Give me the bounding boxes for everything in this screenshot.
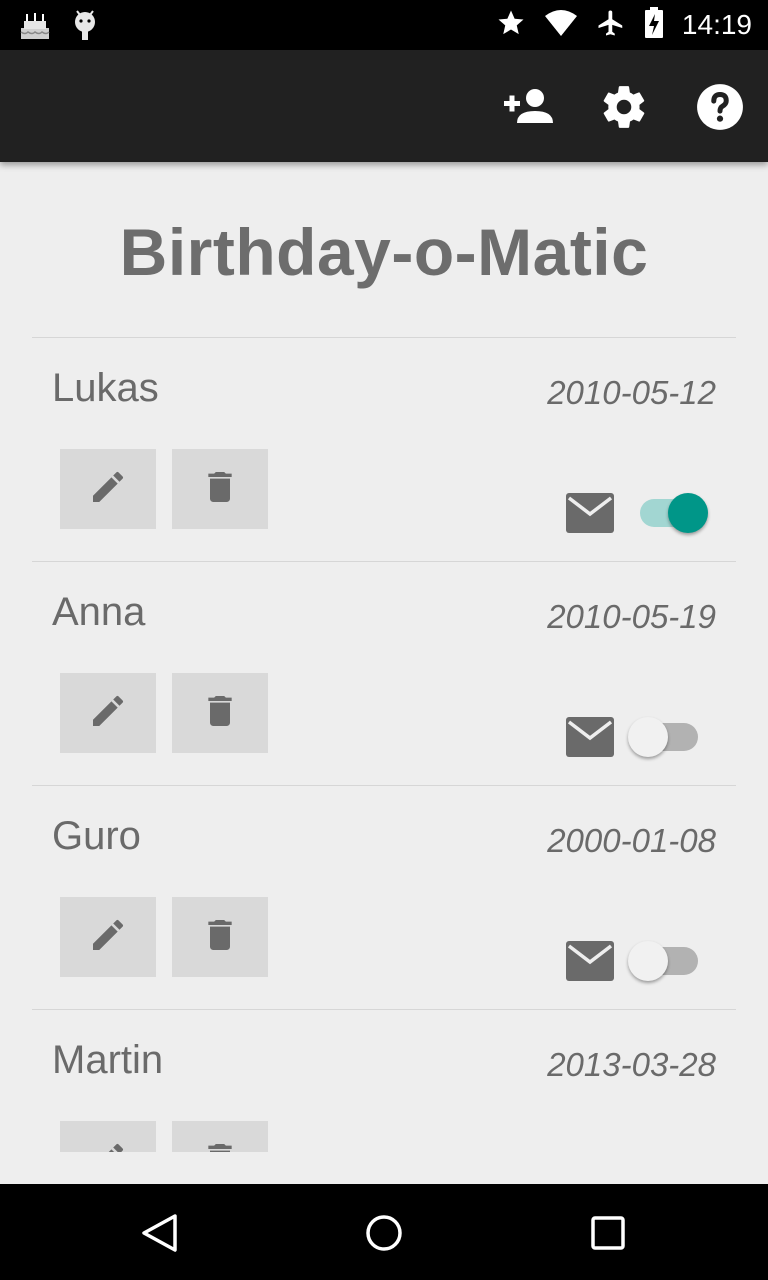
help-icon[interactable] [693, 80, 747, 134]
pencil-icon [88, 467, 128, 511]
delete-button[interactable] [172, 673, 268, 753]
wifi-icon [544, 8, 578, 42]
android-icon [72, 8, 98, 46]
email-notification-toggle[interactable] [628, 936, 710, 986]
list-item[interactable]: Guro 2000-01-08 [32, 785, 736, 1010]
edit-button[interactable] [60, 449, 156, 529]
edit-button[interactable] [60, 673, 156, 753]
email-notification-toggle[interactable] [628, 712, 710, 762]
edit-button[interactable] [60, 1121, 156, 1152]
pencil-icon [88, 691, 128, 735]
email-icon [566, 493, 614, 533]
list-item[interactable]: Anna 2010-05-19 [32, 561, 736, 786]
edit-button[interactable] [60, 897, 156, 977]
birthday-date: 2013-03-28 [547, 1046, 716, 1083]
list-item[interactable]: Lukas 2010-05-12 [32, 337, 736, 562]
status-bar: 14:19 [0, 0, 768, 50]
battery-charging-icon [644, 7, 664, 43]
list-item[interactable]: Martin 2013-03-28 [32, 1009, 736, 1152]
toggle-thumb[interactable] [668, 493, 708, 533]
action-bar [0, 50, 768, 162]
birthday-date: 2010-05-12 [547, 374, 716, 411]
toggle-thumb[interactable] [628, 941, 668, 981]
recents-icon[interactable] [583, 1208, 633, 1258]
person-name: Anna [52, 590, 146, 634]
birthday-cake-icon [18, 8, 52, 46]
email-icon [566, 941, 614, 981]
settings-gear-icon[interactable] [597, 80, 651, 134]
clock: 14:19 [681, 9, 752, 40]
trash-icon [200, 467, 240, 511]
email-notification-toggle[interactable] [628, 488, 710, 538]
back-icon[interactable] [135, 1208, 185, 1258]
delete-button[interactable] [172, 897, 268, 977]
add-person-icon[interactable] [501, 80, 555, 134]
delete-button[interactable] [172, 1121, 268, 1152]
person-name: Guro [52, 814, 141, 858]
trash-icon [200, 1139, 240, 1152]
toggle-thumb[interactable] [628, 717, 668, 757]
trash-icon [200, 915, 240, 959]
navigation-bar [0, 1184, 768, 1280]
pencil-icon [88, 1139, 128, 1152]
birthday-date: 2010-05-19 [547, 598, 716, 635]
home-icon[interactable] [359, 1208, 409, 1258]
app-title: Birthday-o-Matic [119, 215, 649, 289]
email-icon [566, 717, 614, 757]
star-icon [496, 8, 526, 42]
person-name: Lukas [52, 366, 159, 410]
birthday-date: 2000-01-08 [547, 822, 716, 859]
airplane-mode-icon [596, 8, 626, 42]
person-name: Martin [52, 1038, 164, 1082]
trash-icon [200, 691, 240, 735]
pencil-icon [88, 915, 128, 959]
content-area[interactable]: Birthday-o-Matic Lukas 2010-05-12 Anna 2010… [0, 162, 768, 1152]
delete-button[interactable] [172, 449, 268, 529]
